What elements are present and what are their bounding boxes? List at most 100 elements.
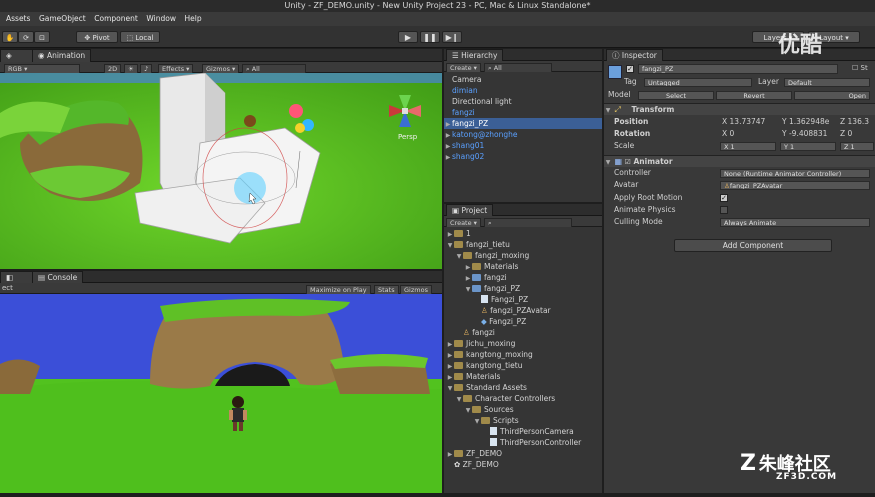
position-z[interactable]: Z 136.3: [840, 116, 869, 128]
menu-window[interactable]: Window: [146, 12, 176, 26]
scale-tool-button[interactable]: ⊡: [34, 31, 50, 43]
scale-y[interactable]: Y 1: [780, 142, 836, 151]
hierarchy-search-icon: ⌕: [488, 64, 492, 72]
rotate-tool-button[interactable]: ⟳: [18, 31, 34, 43]
project-item[interactable]: Fangzi_PZ: [444, 294, 602, 305]
project-item[interactable]: ▼ fangzi_tietu: [444, 239, 602, 250]
active-checkbox[interactable]: ✓: [626, 65, 634, 73]
model-label: Model: [608, 90, 631, 99]
project-item-label: fangzi_moxing: [475, 251, 530, 260]
project-item[interactable]: ThirdPersonCamera: [444, 426, 602, 437]
menu-bar: Assets GameObject Component Window Help: [0, 12, 875, 26]
step-icon: ▶❙: [445, 33, 459, 42]
game-toolbar: ect Maximize on Play Stats Gizmos: [0, 283, 442, 296]
window-title: Unity - ZF_DEMO.unity - New Unity Projec…: [0, 0, 875, 12]
model-open-button[interactable]: Open: [794, 91, 870, 100]
menu-component[interactable]: Component: [94, 12, 138, 26]
project-create-label: Create: [450, 219, 472, 227]
project-item[interactable]: ▶ Materials: [444, 371, 602, 382]
project-item-label: ThirdPersonController: [500, 438, 582, 447]
model-revert-button[interactable]: Revert: [716, 91, 792, 100]
project-item[interactable]: ◆ Fangzi_PZ: [444, 316, 602, 327]
rotation-z[interactable]: Z 0: [840, 128, 852, 140]
root-motion-checkbox[interactable]: ✓: [720, 194, 728, 202]
hierarchy-item[interactable]: ▶ katong@zhonghe: [444, 129, 602, 140]
hierarchy-item[interactable]: fangzi: [444, 107, 602, 118]
rotation-y[interactable]: Y -9.408831: [782, 128, 827, 140]
tag-dropdown[interactable]: Untagged: [644, 78, 752, 87]
play-button[interactable]: ▶: [398, 31, 418, 43]
hand-icon: ✋: [5, 34, 15, 42]
avatar-field[interactable]: ♙fangzi_PZAvatar: [720, 181, 870, 190]
model-icon: [472, 285, 481, 292]
project-item-label: fangzi: [472, 328, 495, 337]
hierarchy-item[interactable]: Camera: [444, 74, 602, 85]
pause-button[interactable]: ❚❚: [420, 31, 440, 43]
hierarchy-item[interactable]: ▶ fangzi_PZ: [444, 118, 602, 129]
expand-arrow-icon[interactable]: ▶: [444, 152, 452, 163]
project-item[interactable]: ▶ kangtong_moxing: [444, 349, 602, 360]
file-icon: [490, 427, 497, 435]
tab-animation[interactable]: ◉ Animation: [32, 49, 92, 62]
project-item[interactable]: ▶ kangtong_tietu: [444, 360, 602, 371]
layer-dropdown[interactable]: Default: [784, 78, 870, 87]
search-icon: ⌕: [246, 65, 250, 73]
scale-z[interactable]: Z 1: [840, 142, 874, 151]
position-x[interactable]: X 13.73747: [722, 116, 765, 128]
animate-physics-checkbox[interactable]: [720, 206, 728, 214]
project-item[interactable]: ▼ Standard Assets: [444, 382, 602, 393]
project-item-label: Character Controllers: [475, 394, 556, 403]
rotation-x[interactable]: X 0: [722, 128, 734, 140]
position-y[interactable]: Y 1.362948e: [782, 116, 829, 128]
hierarchy-item[interactable]: Directional light: [444, 96, 602, 107]
watermark-logo-icon: Z: [740, 451, 756, 476]
pivot-button[interactable]: ✥ Pivot: [76, 31, 118, 43]
transform-header[interactable]: ▼ ⤢ Transform: [604, 103, 875, 115]
add-component-button[interactable]: Add Component: [674, 239, 832, 252]
file-icon: [481, 295, 488, 303]
project-item[interactable]: ♙ fangzi_PZAvatar: [444, 305, 602, 316]
project-item[interactable]: ▼ fangzi_PZ: [444, 283, 602, 294]
hierarchy-item[interactable]: dimian: [444, 85, 602, 96]
object-name-field[interactable]: fangzi_PZ: [638, 64, 838, 74]
local-label: Local: [135, 34, 154, 42]
hierarchy-tab-header: ☰ Hierarchy: [444, 49, 602, 62]
project-item[interactable]: ▼ Scripts: [444, 415, 602, 426]
project-item[interactable]: ▼ Character Controllers: [444, 393, 602, 404]
local-button[interactable]: ⬚ Local: [120, 31, 160, 43]
animator-header[interactable]: ▼ ▦ ☑ Animator: [604, 155, 875, 167]
folder-icon: [472, 406, 481, 413]
project-item-label: fangzi_PZAvatar: [490, 306, 551, 315]
hierarchy-item[interactable]: ▶ shang01: [444, 140, 602, 151]
project-item[interactable]: ▶ Materials: [444, 261, 602, 272]
hierarchy-item[interactable]: ▶ shang02: [444, 151, 602, 162]
game-viewport[interactable]: [0, 294, 442, 493]
project-item[interactable]: ▶ 1: [444, 228, 602, 239]
transform-icon: ⤢: [614, 105, 621, 114]
project-item[interactable]: ThirdPersonController: [444, 437, 602, 448]
project-item[interactable]: ▼ fangzi_moxing: [444, 250, 602, 261]
menu-gameobject[interactable]: GameObject: [39, 12, 86, 26]
static-checkbox[interactable]: ☐ St: [852, 64, 868, 72]
scale-x[interactable]: X 1: [720, 142, 776, 151]
aspect-dropdown[interactable]: ect: [2, 284, 13, 292]
controller-field[interactable]: None (Runtime Animator Controller): [720, 169, 870, 178]
step-button[interactable]: ▶❙: [442, 31, 462, 43]
project-item[interactable]: ▶ Jichu_moxing: [444, 338, 602, 349]
persp-label[interactable]: Persp: [398, 133, 417, 141]
animate-physics-label: Animate Physics: [614, 205, 676, 214]
project-item[interactable]: ♙ fangzi: [444, 327, 602, 338]
project-item[interactable]: ▼ Sources: [444, 404, 602, 415]
menu-assets[interactable]: Assets: [6, 12, 30, 26]
folder-icon: [454, 373, 463, 380]
project-item[interactable]: ▶ ZF_DEMO: [444, 448, 602, 459]
menu-help[interactable]: Help: [185, 12, 202, 26]
scene-viewport[interactable]: Persp: [0, 73, 442, 269]
project-item[interactable]: ✿ ZF_DEMO: [444, 459, 602, 470]
model-select-button[interactable]: Select: [638, 91, 714, 100]
project-item-label: fangzi: [484, 273, 507, 282]
animator-enabled-checkbox[interactable]: ☑: [625, 158, 631, 166]
hand-tool-button[interactable]: ✋: [2, 31, 18, 43]
project-item[interactable]: ▶ fangzi: [444, 272, 602, 283]
culling-mode-dropdown[interactable]: Always Animate: [720, 218, 870, 227]
